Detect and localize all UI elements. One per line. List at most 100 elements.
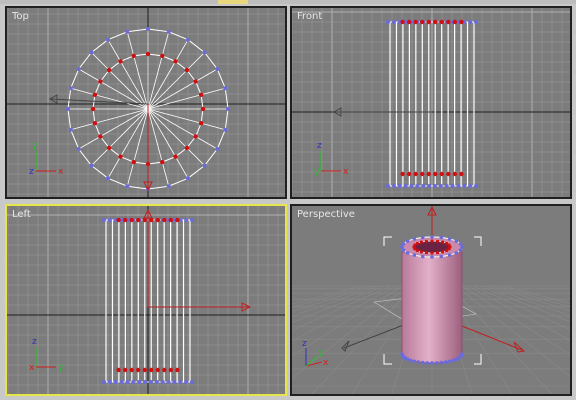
inner-vertex xyxy=(406,171,412,177)
top-view-canvas[interactable]: y x z xyxy=(7,8,285,197)
outer-vertex xyxy=(184,218,189,222)
rim-vertex xyxy=(401,248,406,252)
inner-vertex xyxy=(129,217,134,223)
viewport-label-perspective[interactable]: Perspective xyxy=(297,209,355,221)
outer-vertex xyxy=(468,184,473,188)
rim-vertex xyxy=(447,237,452,241)
inner-vertex xyxy=(122,367,128,373)
bottom-vertex xyxy=(420,360,425,365)
outer-vertex xyxy=(438,184,443,188)
viewport-top[interactable]: y x z Top xyxy=(5,6,287,199)
inner-vertex xyxy=(162,217,167,223)
inner-vertex xyxy=(122,217,128,223)
inner-vertex xyxy=(136,217,141,223)
rim-vertex xyxy=(420,235,425,240)
bottom-vertex xyxy=(412,359,417,364)
inner-vertex xyxy=(459,19,464,25)
inner-vertex xyxy=(173,154,178,159)
bottom-vertex xyxy=(408,358,413,363)
viewport-label-front[interactable]: Front xyxy=(297,11,322,23)
outer-vertex xyxy=(409,184,414,188)
inner-vertex xyxy=(155,367,160,373)
outer-vertex xyxy=(66,107,70,111)
outer-vertex xyxy=(89,50,94,55)
svg-text:z: z xyxy=(29,167,34,177)
outer-vertex xyxy=(166,184,171,189)
outer-vertex xyxy=(386,184,390,188)
rim-vertex xyxy=(458,242,463,246)
outer-vertex xyxy=(186,37,190,42)
outer-vertex xyxy=(444,184,449,188)
inner-vertex xyxy=(168,217,174,223)
outer-vertex xyxy=(154,380,159,384)
inner-rim-vertex xyxy=(440,240,445,244)
outer-vertex xyxy=(226,107,230,111)
svg-text:z: z xyxy=(302,339,307,349)
svg-text:z: z xyxy=(317,141,322,151)
front-grid xyxy=(292,8,570,197)
bottom-vertex xyxy=(400,352,404,356)
outer-vertex xyxy=(137,380,142,384)
inner-vertex xyxy=(446,171,451,177)
inner-vertex xyxy=(155,217,160,223)
viewport-label-left[interactable]: Left xyxy=(12,209,31,221)
outer-vertex xyxy=(76,147,81,151)
viewport-left[interactable]: z y x Left xyxy=(5,204,287,396)
inner-vertex xyxy=(426,171,431,177)
inner-vertex xyxy=(106,145,112,151)
inner-vertex xyxy=(193,134,198,139)
outer-vertex xyxy=(190,380,194,384)
outer-vertex xyxy=(106,37,110,42)
rim-vertex xyxy=(430,255,434,259)
inner-vertex xyxy=(175,217,180,223)
inner-vertex xyxy=(193,79,198,84)
outer-vertex xyxy=(223,127,228,132)
outer-vertex xyxy=(223,86,228,91)
left-view-canvas[interactable]: z y x xyxy=(7,206,285,394)
outer-vertex xyxy=(474,184,478,188)
inner-rim-vertex xyxy=(435,239,440,243)
inner-rim-vertex xyxy=(440,250,445,254)
inner-vertex xyxy=(98,134,103,139)
outer-vertex xyxy=(202,163,207,168)
outer-vertex xyxy=(215,147,220,151)
inner-rim-vertex xyxy=(419,240,424,244)
outer-vertex xyxy=(172,380,177,384)
outer-vertex xyxy=(432,184,437,188)
bottom-vertex xyxy=(443,360,448,364)
inner-vertex xyxy=(160,159,165,165)
rim-vertex xyxy=(405,251,410,255)
svg-text:y: y xyxy=(314,167,320,177)
rim-vertex xyxy=(454,239,459,243)
inner-vertex xyxy=(168,367,174,373)
perspective-view-canvas[interactable]: z x y xyxy=(292,206,570,394)
svg-text:x: x xyxy=(29,363,35,373)
inner-rim-vertex xyxy=(415,241,420,246)
outer-vertex xyxy=(166,380,171,384)
inner-vertex xyxy=(413,19,418,25)
front-transform-gizmo[interactable] xyxy=(332,107,432,117)
viewport-label-top[interactable]: Top xyxy=(12,11,29,23)
inner-vertex xyxy=(90,106,96,112)
outer-vertex xyxy=(113,380,118,384)
inner-rim-vertex xyxy=(424,251,429,255)
outer-vertex xyxy=(456,184,461,188)
inner-vertex xyxy=(200,106,206,112)
outer-vertex xyxy=(107,380,112,384)
front-view-canvas[interactable]: z x y xyxy=(292,8,570,197)
inner-vertex xyxy=(92,121,98,126)
outer-vertex xyxy=(125,380,130,384)
toolbar-tab[interactable] xyxy=(218,0,248,4)
inner-vertex xyxy=(446,19,451,25)
rim-vertex xyxy=(447,253,452,257)
inner-rim-vertex xyxy=(435,251,440,255)
viewport-perspective[interactable]: z x y Perspective xyxy=(290,204,572,396)
inner-vertex xyxy=(198,92,204,97)
inner-vertex xyxy=(426,19,431,25)
inner-vertex xyxy=(116,217,121,223)
perspective-tube[interactable] xyxy=(383,235,482,365)
inner-vertex xyxy=(145,51,151,57)
bottom-vertex xyxy=(434,361,439,365)
inner-vertex xyxy=(439,19,444,25)
viewport-front[interactable]: z x y Front xyxy=(290,6,572,199)
